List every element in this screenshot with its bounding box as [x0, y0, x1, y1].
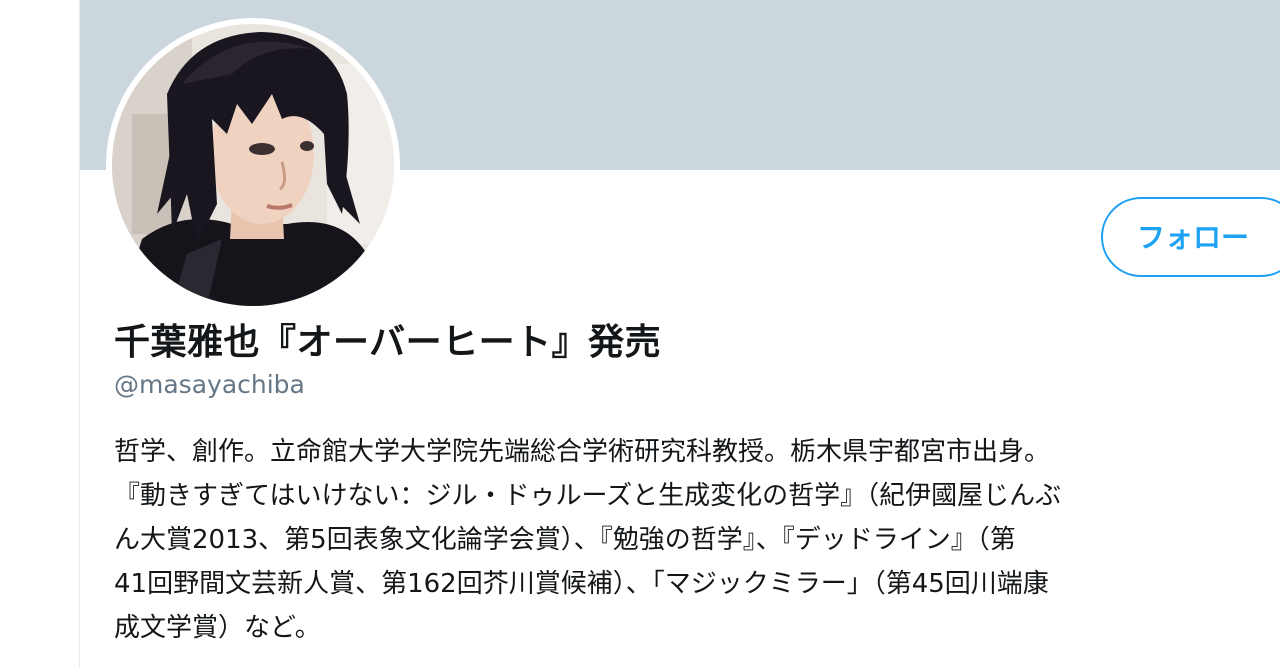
follow-button[interactable]: フォロー — [1101, 197, 1280, 277]
bio-line: 『動きすぎてはいけない：ジル・ドゥルーズと生成変化の哲学』（紀伊國屋じんぶ — [114, 481, 1062, 511]
bio-line: 哲学、創作。立命館大学大学院先端総合学術研究科教授。栃木県宇都宮市出身。 — [114, 437, 1051, 467]
display-name: 千葉雅也『オーバーヒート』発売 — [114, 322, 662, 363]
bio-line: ん大賞2013、第5回表象文化論学会賞）、『勉強の哲学』、『デッドライン』（第 — [114, 525, 1016, 555]
avatar[interactable] — [106, 18, 400, 312]
screen-name[interactable]: @masayachiba — [114, 370, 305, 399]
profile-bio: 哲学、創作。立命館大学大学院先端総合学術研究科教授。栃木県宇都宮市出身。 『動き… — [114, 430, 1274, 650]
bio-line: 成文学賞）など。 — [114, 613, 321, 643]
left-gutter — [0, 0, 80, 668]
avatar-image — [112, 24, 394, 306]
bio-line: 41回野間文芸新人賞、第162回芥川賞候補）、「マジックミラー」（第45回川端康 — [114, 569, 1049, 599]
avatar-photo — [112, 24, 394, 306]
profile-card: フォロー 千葉雅也『オーバーヒート』発売 @masayachiba 哲学、創作。… — [80, 0, 1280, 668]
